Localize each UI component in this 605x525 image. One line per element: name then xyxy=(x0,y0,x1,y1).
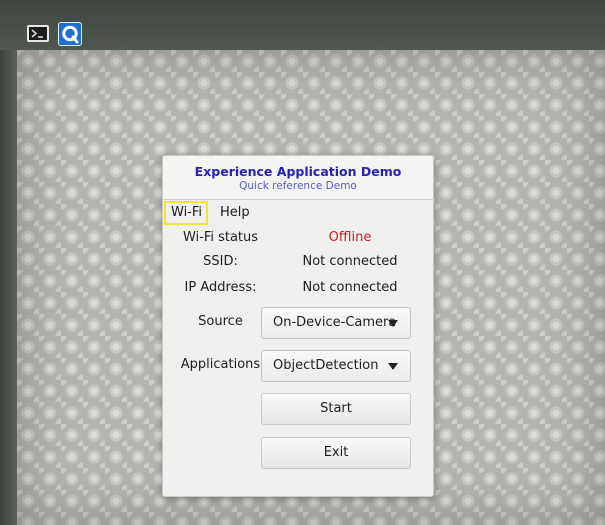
app-title: Experience Application Demo xyxy=(194,164,402,179)
screen-bezel xyxy=(0,50,17,525)
wifi-status-label: Wi-Fi status xyxy=(182,230,259,245)
terminal-icon[interactable] xyxy=(27,25,49,42)
top-panel xyxy=(0,0,605,51)
menu-bar: Wi-Fi Help xyxy=(163,200,433,225)
wifi-status-value: Offline xyxy=(328,230,372,245)
applications-selected: ObjectDetection xyxy=(273,358,379,373)
app-window: Experience Application Demo Quick refere… xyxy=(162,155,434,497)
ssid-label: SSID: xyxy=(203,254,238,269)
applications-dropdown[interactable]: ObjectDetection xyxy=(261,350,411,382)
exit-button[interactable]: Exit xyxy=(261,437,411,469)
ssid-row: SSID: Not connected xyxy=(163,254,433,272)
app-subtitle: Quick reference Demo xyxy=(239,180,357,192)
ip-address-row: IP Address: Not connected xyxy=(163,280,433,298)
menu-help[interactable]: Help xyxy=(217,203,253,223)
wifi-status-row: Wi-Fi status Offline xyxy=(163,230,433,248)
ip-address-label: IP Address: xyxy=(184,280,257,295)
start-button[interactable]: Start xyxy=(261,393,411,425)
menu-wifi[interactable]: Wi-Fi xyxy=(164,201,209,225)
ip-address-value: Not connected xyxy=(302,280,398,295)
ssid-value: Not connected xyxy=(302,254,398,269)
dropdown-arrow-icon xyxy=(388,320,398,327)
screen: Experience Application Demo Quick refere… xyxy=(0,0,605,525)
dropdown-arrow-icon xyxy=(388,363,398,370)
app-header: Experience Application Demo Quick refere… xyxy=(163,156,433,200)
source-selected: On-Device-Camera xyxy=(273,315,397,330)
qt-icon[interactable] xyxy=(58,22,82,46)
source-dropdown[interactable]: On-Device-Camera xyxy=(261,307,411,339)
